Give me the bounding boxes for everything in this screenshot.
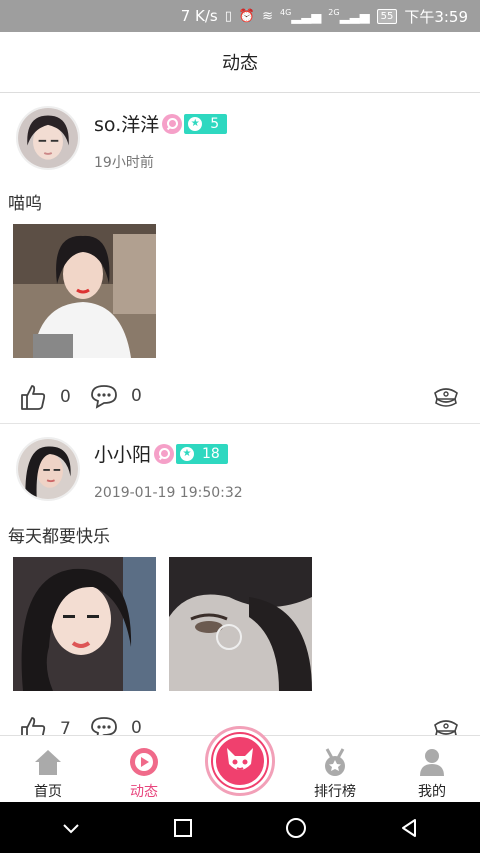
avatar[interactable] (16, 106, 80, 170)
signal-4g-icon: 4G▂▃▅ (279, 7, 322, 25)
post-photo[interactable] (13, 557, 156, 691)
comment-button[interactable]: 0 (90, 715, 142, 735)
bottom-tab-bar: 首页 动态 排行榜 我的 (0, 726, 480, 803)
gift-button[interactable] (432, 385, 460, 413)
like-button[interactable]: 7 (19, 715, 71, 735)
like-button[interactable]: 0 (19, 383, 71, 411)
chevron-down-icon[interactable] (60, 817, 82, 839)
username-row: so.洋洋 ★ 5 (94, 110, 228, 137)
comment-button[interactable]: 0 (90, 383, 142, 409)
comment-icon (91, 385, 117, 409)
post-text: 喵呜 (8, 194, 42, 214)
tab-rank-label: 排行榜 (314, 784, 356, 800)
like-count: 0 (60, 387, 71, 407)
feed-post[interactable]: so.洋洋 ★ 5 19小时前 喵呜 0 0 (0, 93, 480, 424)
clock: 下午3:59 (404, 7, 468, 26)
post-time: 19小时前 (94, 155, 154, 171)
play-circle-icon (130, 748, 158, 776)
network-speed: 7 K/s (180, 7, 218, 25)
post-text: 每天都要快乐 (8, 527, 110, 547)
signal-2g-icon: 2G▂▃▅ (328, 7, 370, 25)
comment-count: 0 (131, 386, 142, 406)
post-actions: 0 0 (0, 383, 480, 415)
user-icon (420, 749, 444, 776)
page-header: 动态 (0, 32, 480, 93)
status-bar: 7 K/s ▯ ⏰ ≋ 4G▂▃▅ 2G▂▃▅ 55 下午3:59 (0, 0, 480, 32)
level-value: 5 (210, 115, 220, 132)
feed-list[interactable]: so.洋洋 ★ 5 19小时前 喵呜 0 0 小小阳 ★ 18 2019-01-… (0, 93, 480, 735)
vibrate-icon: ▯ (224, 8, 232, 24)
thumbs-up-icon (21, 717, 46, 735)
tab-rank[interactable]: 排行榜 (287, 736, 383, 803)
home-icon (35, 750, 61, 775)
live-button[interactable] (205, 726, 275, 796)
tab-mine-label: 我的 (418, 784, 446, 800)
system-nav-bar (0, 802, 480, 853)
tab-home[interactable]: 首页 (0, 736, 96, 803)
female-icon (162, 113, 183, 134)
medal-icon (325, 748, 345, 776)
level-badge: ★ 18 (176, 443, 228, 464)
username-row: 小小阳 ★ 18 (94, 440, 228, 467)
star-icon: ★ (180, 446, 195, 461)
tab-feed[interactable]: 动态 (96, 736, 192, 803)
home-circle-icon[interactable] (284, 816, 308, 840)
post-photo[interactable] (169, 557, 312, 691)
tab-mine[interactable]: 我的 (384, 736, 480, 803)
comment-icon (91, 717, 117, 735)
username[interactable]: so.洋洋 (94, 110, 159, 137)
feed-post[interactable]: 小小阳 ★ 18 2019-01-19 19:50:32 每天都要快乐 7 0 (0, 425, 480, 735)
post-time: 2019-01-19 19:50:32 (94, 485, 243, 501)
wifi-icon: ≋ (262, 8, 273, 24)
police-hat-icon (434, 388, 458, 407)
police-hat-icon (434, 720, 458, 735)
thumbs-up-icon (21, 385, 46, 410)
level-value: 18 (202, 445, 220, 462)
star-icon: ★ (188, 116, 203, 131)
level-badge: ★ 5 (184, 113, 228, 134)
fox-logo-icon (213, 734, 267, 788)
gift-button[interactable] (432, 717, 460, 735)
page-title: 动态 (222, 53, 258, 74)
tab-feed-label: 动态 (130, 784, 158, 800)
recent-apps-icon[interactable] (172, 817, 194, 839)
like-count: 7 (60, 719, 71, 735)
female-icon (154, 443, 175, 464)
back-icon[interactable] (398, 817, 420, 839)
post-photo[interactable] (13, 224, 156, 358)
tab-home-label: 首页 (34, 784, 62, 800)
comment-count: 0 (131, 718, 142, 735)
battery-icon: 55 (376, 8, 398, 24)
alarm-icon: ⏰ (238, 8, 256, 24)
avatar[interactable] (16, 437, 80, 501)
username[interactable]: 小小阳 (94, 440, 151, 467)
